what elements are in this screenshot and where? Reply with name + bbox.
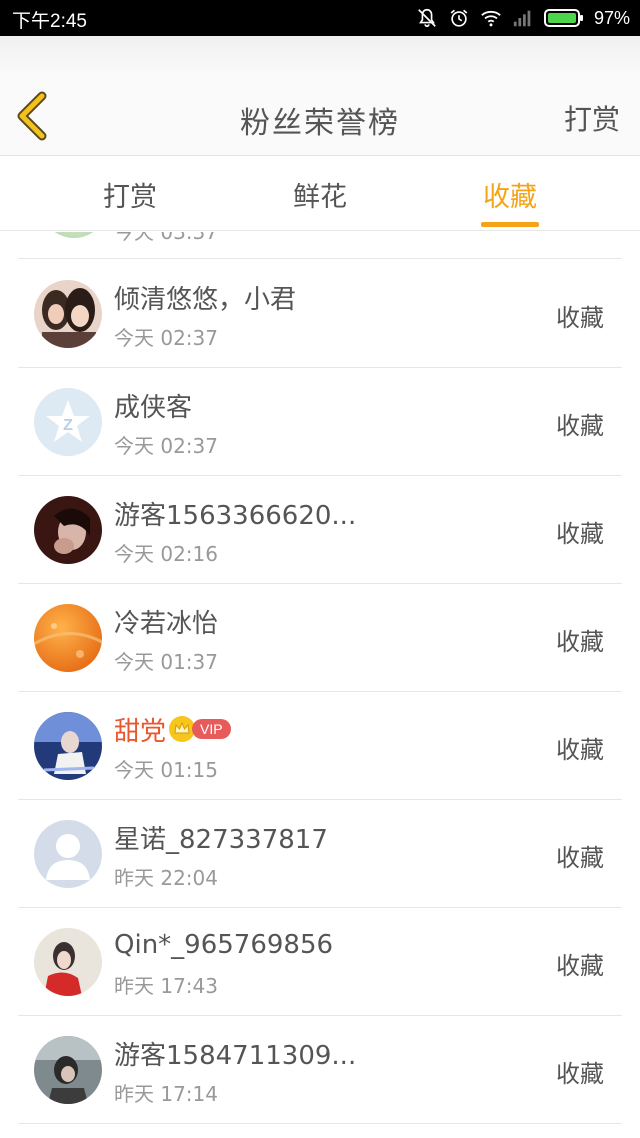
vip-badge: VIP bbox=[192, 719, 231, 739]
status-time: 下午2:45 bbox=[12, 11, 87, 32]
list-item[interactable]: Qin*_965769856 昨天 17:43 收藏 bbox=[18, 908, 622, 1016]
vip-badge-group: VIP bbox=[168, 715, 231, 743]
user-name: 成侠客 bbox=[114, 392, 193, 423]
item-action-label: 收藏 bbox=[556, 520, 604, 548]
item-time: 昨天 22:04 bbox=[114, 866, 218, 890]
user-name: 星诺_827337817 bbox=[114, 824, 328, 855]
bell-off-icon bbox=[418, 8, 436, 28]
user-name: 倾清悠悠，小君 bbox=[114, 284, 297, 315]
page-title: 粉丝荣誉榜 bbox=[240, 106, 400, 141]
item-time: 今天 01:15 bbox=[114, 758, 218, 782]
list-item[interactable]: 今天 03:37 bbox=[18, 232, 622, 259]
battery-percent: 97% bbox=[593, 7, 630, 28]
item-action-label: 收藏 bbox=[556, 952, 604, 980]
item-action-label: 收藏 bbox=[556, 304, 604, 332]
status-bar: 下午2:45 97% bbox=[0, 0, 640, 36]
item-time: 今天 02:37 bbox=[114, 326, 218, 350]
item-time: 今天 01:37 bbox=[114, 650, 218, 674]
reward-button[interactable]: 打赏 bbox=[564, 98, 620, 138]
tab-favorites[interactable]: 收藏 bbox=[450, 175, 570, 214]
item-action-label: 收藏 bbox=[556, 412, 604, 440]
item-action-label: 收藏 bbox=[556, 628, 604, 656]
item-time: 今天 02:16 bbox=[114, 542, 218, 566]
fan-list[interactable]: 今天 03:37 倾清悠悠，小君 今天 02:37 收藏 Z 成侠客 今天 02… bbox=[0, 232, 640, 1138]
wifi-icon bbox=[481, 10, 501, 27]
avatar bbox=[34, 280, 102, 348]
status-icons: 97% bbox=[416, 5, 630, 31]
list-item[interactable]: 甜党 VIP 今天 01:15 收藏 bbox=[18, 692, 622, 800]
list-item[interactable]: 游客1563366620... 今天 02:16 收藏 bbox=[18, 476, 622, 584]
item-time: 昨天 17:14 bbox=[114, 1082, 218, 1106]
item-action-label: 收藏 bbox=[556, 844, 604, 872]
user-name: 甜党 bbox=[114, 716, 167, 747]
list-item[interactable]: Z 成侠客 今天 02:37 收藏 bbox=[18, 368, 622, 476]
item-time: 今天 02:37 bbox=[114, 434, 218, 458]
avatar bbox=[40, 232, 108, 238]
user-name: 游客1563366620... bbox=[114, 500, 357, 531]
list-item[interactable]: 倾清悠悠，小君 今天 02:37 收藏 bbox=[18, 260, 622, 368]
item-time: 今天 03:37 bbox=[114, 232, 218, 244]
avatar bbox=[34, 820, 102, 888]
header-spacer bbox=[0, 36, 640, 76]
tab-flowers[interactable]: 鲜花 bbox=[260, 175, 380, 214]
list-item[interactable]: 游客1584711309... 昨天 17:14 收藏 bbox=[18, 1016, 622, 1124]
svg-text:Z: Z bbox=[63, 417, 73, 434]
item-action-label: 收藏 bbox=[556, 1060, 604, 1088]
tab-reward[interactable]: 打赏 bbox=[70, 175, 190, 214]
user-name: 冷若冰怡 bbox=[114, 608, 219, 639]
active-tab-indicator bbox=[481, 222, 539, 227]
battery-icon bbox=[543, 9, 583, 27]
avatar bbox=[34, 928, 102, 996]
avatar bbox=[34, 604, 102, 672]
list-item[interactable]: 冷若冰怡 今天 01:37 收藏 bbox=[18, 584, 622, 692]
alarm-icon bbox=[450, 9, 468, 27]
item-action-label: 收藏 bbox=[556, 736, 604, 764]
avatar bbox=[34, 496, 102, 564]
item-time: 昨天 17:43 bbox=[114, 974, 218, 998]
avatar: Z bbox=[34, 388, 102, 456]
user-name: Qin*_965769856 bbox=[114, 930, 334, 960]
user-name: 游客1584711309... bbox=[114, 1040, 357, 1071]
tab-bar: 打赏 鲜花 收藏 bbox=[0, 157, 640, 231]
list-item[interactable]: 星诺_827337817 昨天 22:04 收藏 bbox=[18, 800, 622, 908]
signal-icon bbox=[513, 10, 531, 27]
nav-bar: 粉丝荣誉榜 打赏 bbox=[0, 76, 640, 156]
avatar bbox=[34, 712, 102, 780]
avatar bbox=[34, 1036, 102, 1104]
